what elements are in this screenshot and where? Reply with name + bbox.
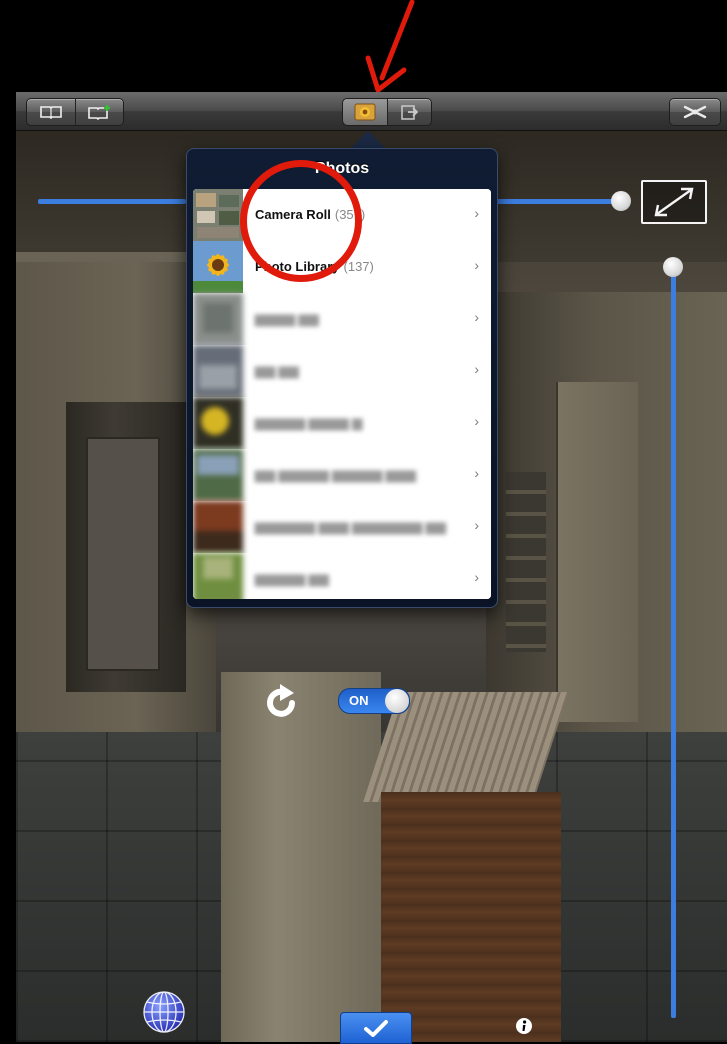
scene-wall-panel (556, 382, 638, 722)
album-label: ▆▆▆▆▆ ▆▆ (255, 571, 329, 586)
bookmarks-button[interactable] (27, 99, 75, 125)
scene-counter (381, 792, 561, 1042)
bookmarks-icon (40, 106, 62, 119)
horizontal-slider-track-left[interactable] (38, 199, 186, 204)
tools-icon (683, 105, 707, 119)
chevron-right-icon: › (474, 361, 479, 377)
vertical-slider-knob[interactable] (663, 257, 683, 277)
share-button[interactable] (388, 99, 431, 125)
chevron-right-icon: › (474, 257, 479, 273)
chevron-right-icon: › (474, 309, 479, 325)
album-thumb (193, 345, 243, 397)
scene-shelf (506, 472, 546, 652)
album-label: ▆▆▆▆ ▆▆ (255, 311, 319, 326)
album-thumb (193, 553, 243, 599)
album-row[interactable]: ▆▆▆▆▆▆ ▆▆▆ ▆▆▆▆▆▆▆ ▆▆ › (193, 501, 491, 554)
popover-caret (350, 131, 386, 149)
photos-button[interactable] (343, 99, 387, 125)
vertical-slider-track[interactable] (671, 266, 676, 1018)
media-segment (342, 98, 432, 126)
album-thumb (193, 397, 243, 449)
bookmarks-segment (26, 98, 124, 126)
share-icon (400, 105, 418, 120)
chevron-right-icon: › (474, 569, 479, 585)
sunflower-thumb (193, 241, 243, 293)
chevron-right-icon: › (474, 205, 479, 221)
album-row[interactable]: ▆▆▆▆▆ ▆▆ › (193, 553, 491, 599)
chevron-right-icon: › (474, 465, 479, 481)
expand-arrows-icon (654, 187, 694, 217)
checkmark-icon (364, 1020, 388, 1037)
toggle-knob (385, 689, 409, 713)
album-label: ▆▆▆▆▆ ▆▆▆▆ ▆ (255, 415, 363, 430)
album-thumb (193, 293, 243, 345)
chevron-right-icon: › (474, 413, 479, 429)
annotation-arrow (365, 0, 415, 93)
tools-button[interactable] (669, 98, 721, 126)
info-icon[interactable] (515, 1017, 533, 1035)
album-row[interactable]: ▆▆▆▆ ▆▆ › (193, 293, 491, 346)
horizontal-slider-track-right[interactable] (496, 199, 620, 204)
toggle-switch[interactable]: ON (338, 688, 410, 714)
rotate-icon[interactable] (262, 683, 300, 721)
album-thumb (193, 501, 243, 553)
album-row[interactable]: ▆▆ ▆▆ › (193, 345, 491, 398)
toggle-label: ON (349, 693, 369, 708)
album-label: ▆▆ ▆▆ (255, 363, 299, 378)
scene-door (86, 437, 160, 671)
album-row[interactable]: ▆▆ ▆▆▆▆▆ ▆▆▆▆▆ ▆▆▆ › (193, 449, 491, 502)
annotation-circle (240, 160, 362, 282)
album-count: (137) (343, 259, 374, 274)
confirm-button[interactable] (340, 1012, 412, 1044)
add-bookmark-button[interactable] (76, 99, 123, 125)
album-label: ▆▆▆▆▆▆ ▆▆▆ ▆▆▆▆▆▆▆ ▆▆ (255, 519, 446, 534)
scene-pillar (221, 672, 381, 1042)
album-thumb (193, 449, 243, 501)
album-label: ▆▆ ▆▆▆▆▆ ▆▆▆▆▆ ▆▆▆ (255, 467, 416, 482)
photos-icon (354, 103, 376, 121)
horizontal-slider-knob[interactable] (611, 191, 631, 211)
globe-icon[interactable] (142, 990, 186, 1034)
add-bookmark-icon (87, 105, 110, 120)
fullscreen-button[interactable] (641, 180, 707, 224)
album-row[interactable]: ▆▆▆▆▆ ▆▆▆▆ ▆ › (193, 397, 491, 450)
top-toolbar (16, 92, 727, 131)
camera-roll-thumb (193, 189, 243, 241)
chevron-right-icon: › (474, 517, 479, 533)
